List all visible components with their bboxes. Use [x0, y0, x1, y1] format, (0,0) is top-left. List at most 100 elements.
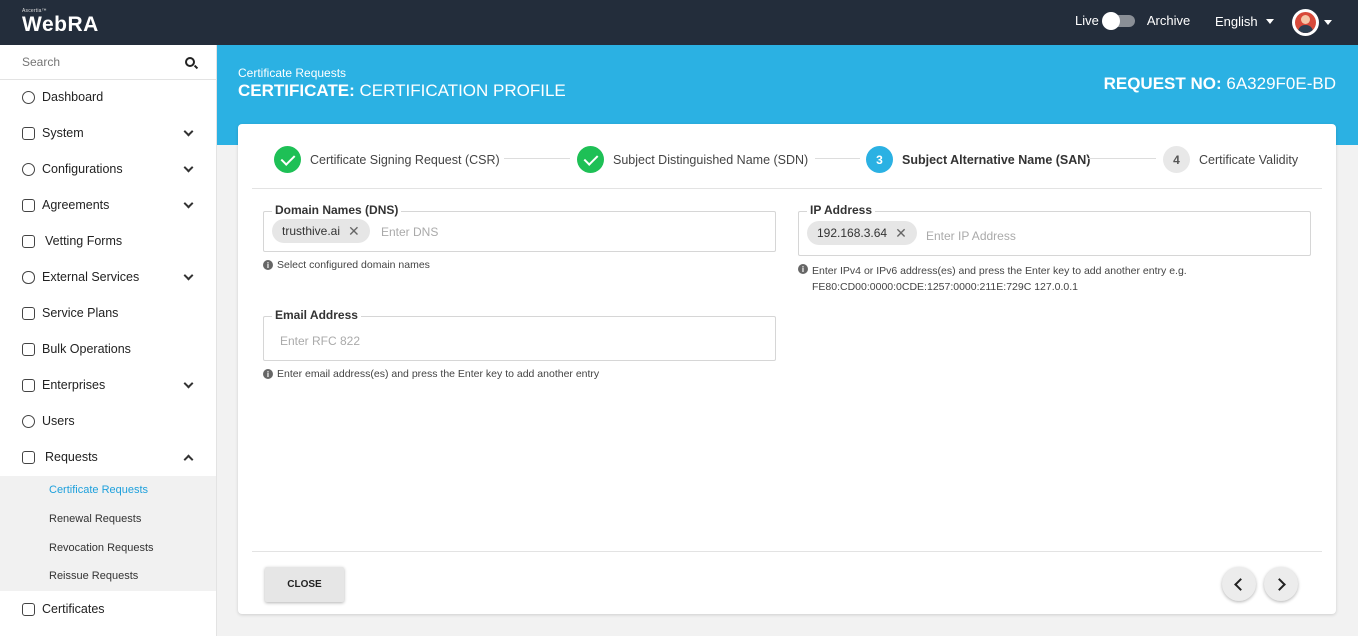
- dashboard-icon: [22, 90, 35, 104]
- sidebar-item-label: Dashboard: [42, 90, 104, 104]
- info-icon: i: [263, 260, 273, 270]
- request-value: 6A329F0E-BD: [1226, 74, 1336, 93]
- ip-hint-line1: Enter IPv4 or IPv6 address(es) and press…: [812, 265, 1187, 277]
- certificate-icon: [22, 602, 35, 616]
- link-icon: [22, 270, 35, 284]
- ip-chip[interactable]: 192.168.3.64 ✕: [807, 221, 917, 245]
- info-icon: i: [263, 369, 273, 379]
- page-title-rest: CERTIFICATION PROFILE: [359, 81, 566, 100]
- step-number: 3: [866, 146, 893, 173]
- sidebar-item-dashboard[interactable]: Dashboard: [0, 79, 216, 115]
- ip-hint-line2: FE80:CD00:0000:0CDE:1257:0000:211E:729C …: [812, 281, 1078, 293]
- dns-hint: i Select configured domain names: [263, 259, 430, 271]
- chip-label: trusthive.ai: [282, 224, 341, 238]
- sidebar-item-label: Vetting Forms: [45, 234, 123, 248]
- sidebar-item-label: Requests: [45, 450, 98, 464]
- avatar[interactable]: [1292, 9, 1319, 36]
- dns-field[interactable]: Domain Names (DNS) trusthive.ai ✕ Enter …: [263, 203, 776, 252]
- chevron-down-icon: [183, 270, 194, 280]
- sidebar-item-configurations[interactable]: Configurations: [0, 151, 216, 187]
- step-label: Subject Alternative Name (SAN): [902, 152, 1091, 167]
- subnav-revocation-requests[interactable]: Revocation Requests: [49, 542, 154, 554]
- gear-icon: [22, 162, 35, 176]
- avatar-chevron-down-icon[interactable]: [1324, 20, 1332, 25]
- wizard-card: Certificate Signing Request (CSR) Subjec…: [238, 124, 1336, 614]
- toggle-knob: [1101, 11, 1120, 30]
- check-icon: [577, 146, 604, 173]
- chevron-down-icon: [183, 162, 194, 172]
- breadcrumb[interactable]: Certificate Requests: [238, 66, 346, 80]
- boxes-icon: [22, 342, 35, 356]
- step-label: Subject Distinguished Name (SDN): [613, 152, 809, 167]
- step-sdn[interactable]: Subject Distinguished Name (SDN): [577, 146, 808, 173]
- ip-input-placeholder[interactable]: Enter IP Address: [926, 229, 1016, 243]
- request-label: REQUEST NO:: [1103, 74, 1222, 93]
- handshake-icon: [22, 198, 35, 212]
- brand-name: WebRA: [22, 13, 99, 36]
- subnav-certificate-requests[interactable]: Certificate Requests: [49, 484, 148, 496]
- close-button[interactable]: CLOSE: [265, 567, 344, 602]
- footer-divider: [252, 551, 1322, 552]
- toggle-switch[interactable]: [1101, 11, 1135, 30]
- sidebar-item-label: Service Plans: [42, 306, 119, 320]
- sidebar-item-external-services[interactable]: External Services: [0, 259, 216, 295]
- email-legend: Email Address: [272, 308, 361, 322]
- sidebar-item-bulk-operations[interactable]: Bulk Operations: [0, 331, 216, 367]
- dns-chip[interactable]: trusthive.ai ✕: [272, 219, 370, 243]
- sidebar-item-requests[interactable]: Requests: [0, 439, 216, 475]
- step-csr[interactable]: Certificate Signing Request (CSR): [274, 146, 500, 173]
- info-icon: i: [798, 264, 808, 274]
- top-navbar: Ascertia™ WebRA Live Archive English: [0, 0, 1358, 45]
- chip-label: 192.168.3.64: [817, 226, 888, 240]
- sidebar-item-agreements[interactable]: Agreements: [0, 187, 216, 223]
- step-validity[interactable]: 4 Certificate Validity: [1163, 146, 1298, 173]
- sidebar-item-enterprises[interactable]: Enterprises: [0, 367, 216, 403]
- ip-field[interactable]: IP Address 192.168.3.64 ✕ Enter IP Addre…: [798, 203, 1311, 256]
- email-field[interactable]: Email Address Enter RFC 822: [263, 308, 776, 361]
- close-icon[interactable]: ✕: [348, 223, 360, 240]
- requests-submenu: Certificate Requests Renewal Requests Re…: [0, 476, 216, 591]
- sidebar-item-label: Certificates: [42, 602, 105, 616]
- search-input[interactable]: [22, 55, 172, 69]
- step-connector: [504, 158, 570, 159]
- user-avatar-icon: [1295, 12, 1316, 33]
- archive-label: Archive: [1146, 13, 1191, 28]
- sidebar-item-vetting-forms[interactable]: Vetting Forms: [0, 223, 216, 259]
- sidebar-item-system[interactable]: System: [0, 115, 216, 151]
- request-number: REQUEST NO: 6A329F0E-BD: [1104, 74, 1336, 94]
- email-input-placeholder[interactable]: Enter RFC 822: [280, 334, 360, 348]
- live-archive-toggle[interactable]: Live Archive: [1075, 11, 1191, 30]
- ip-hint: i Enter IPv4 or IPv6 address(es) and pre…: [798, 263, 1187, 295]
- step-label: Certificate Signing Request (CSR): [310, 152, 500, 167]
- sidebar-item-certificates[interactable]: Certificates: [0, 591, 216, 627]
- sidebar-item-label: System: [42, 126, 84, 140]
- language-selector[interactable]: English: [1215, 14, 1274, 29]
- brand-logo[interactable]: Ascertia™ WebRA: [22, 8, 99, 36]
- language-label: English: [1215, 14, 1258, 29]
- form-icon: [22, 234, 35, 248]
- divider: [252, 188, 1322, 189]
- sidebar-item-service-plans[interactable]: Service Plans: [0, 295, 216, 331]
- live-label: Live: [1075, 13, 1099, 28]
- chevron-down-icon: [1265, 19, 1274, 24]
- sidebar-item-label: Users: [42, 414, 75, 428]
- step-san[interactable]: 3 Subject Alternative Name (SAN): [866, 146, 1090, 173]
- chevron-up-icon: [183, 454, 194, 464]
- sidebar-item-users[interactable]: Users: [0, 403, 216, 439]
- dns-input-placeholder[interactable]: Enter DNS: [381, 225, 438, 239]
- close-icon[interactable]: ✕: [895, 225, 907, 242]
- sidebar-item-label: External Services: [42, 270, 140, 284]
- subnav-renewal-requests[interactable]: Renewal Requests: [49, 513, 141, 525]
- email-hint: i Enter email address(es) and press the …: [263, 368, 599, 380]
- next-button[interactable]: [1264, 567, 1298, 601]
- dns-legend: Domain Names (DNS): [272, 203, 402, 217]
- chevron-down-icon: [183, 198, 194, 208]
- chevron-down-icon: [183, 126, 194, 136]
- prev-button[interactable]: [1222, 567, 1256, 601]
- check-icon: [274, 146, 301, 173]
- sidebar-item-label: Enterprises: [42, 378, 106, 392]
- subnav-reissue-requests[interactable]: Reissue Requests: [49, 570, 138, 582]
- search-icon[interactable]: [185, 57, 195, 67]
- bank-icon: [22, 378, 35, 392]
- plans-icon: [22, 306, 35, 320]
